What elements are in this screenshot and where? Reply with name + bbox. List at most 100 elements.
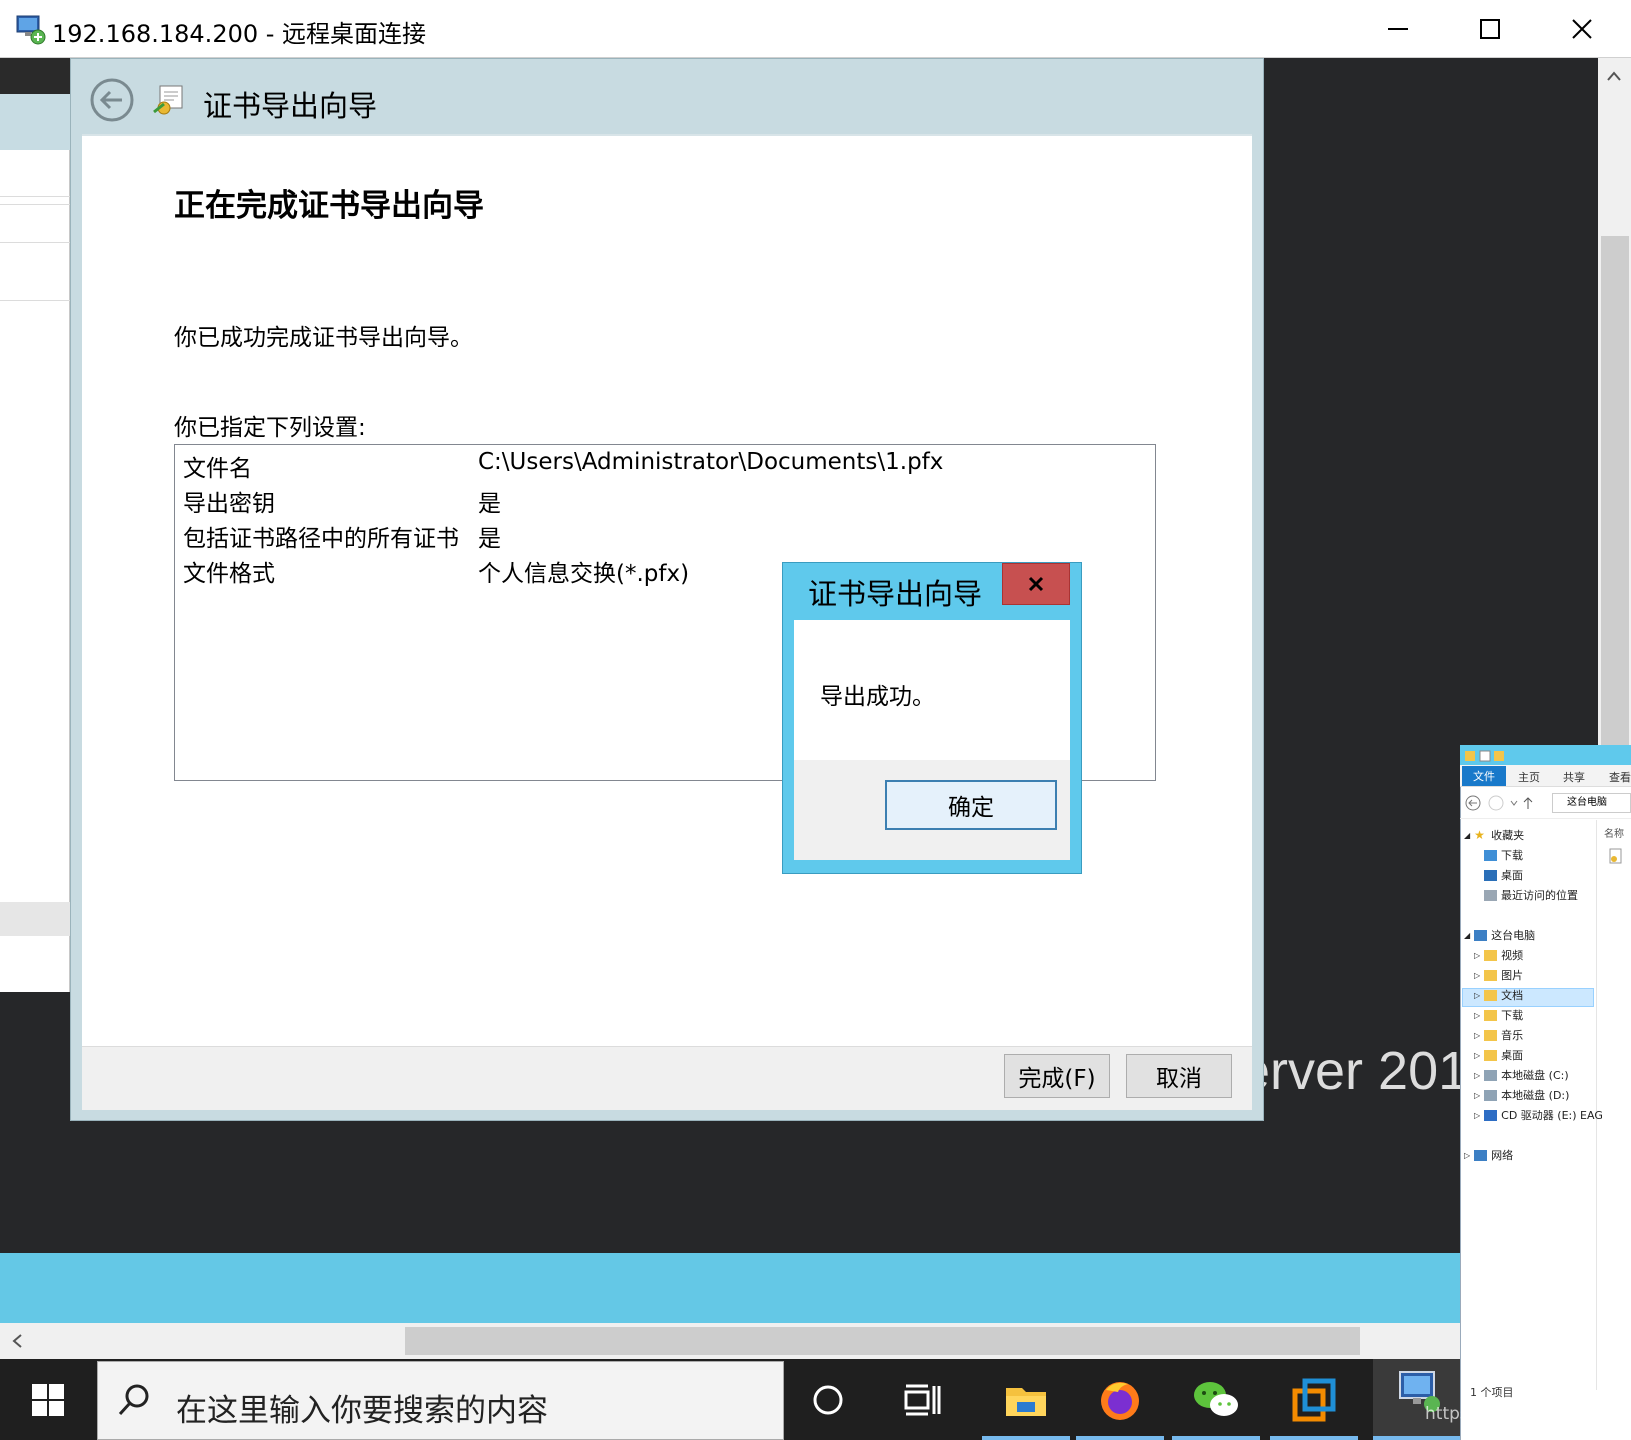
wechat-icon (1194, 1381, 1238, 1416)
maximize-icon (1480, 19, 1500, 39)
taskbar-active-indicator (1373, 1436, 1460, 1440)
explorer-address-input[interactable]: 这台电脑 (1552, 793, 1631, 813)
minimize-icon (1388, 28, 1408, 30)
minimize-button[interactable] (1352, 0, 1444, 58)
scroll-left-icon[interactable] (8, 1331, 28, 1351)
taskbar-active-indicator (1270, 1436, 1358, 1440)
nav-item-cd-drive[interactable]: ▷ CD 驱动器 (E:) EAG (1474, 1107, 1603, 1123)
back-arrow-icon (90, 78, 134, 122)
search-placeholder: 在这里输入你要搜索的内容 (176, 1393, 548, 1429)
setting-key: 导出密钥 (183, 491, 275, 517)
page-title: 正在完成证书导出向导 (174, 188, 484, 224)
back-button[interactable] (88, 76, 136, 124)
nav-item-drive-c[interactable]: ▷ 本地磁盘 (C:) (1474, 1067, 1569, 1083)
folder-icon (1484, 969, 1498, 981)
nav-item-label: 桌面 (1501, 869, 1523, 882)
file-icon (1608, 848, 1624, 864)
file-explorer-icon (1006, 1387, 1046, 1416)
nav-item-drive-d[interactable]: ▷ 本地磁盘 (D:) (1474, 1087, 1569, 1103)
certificate-icon (152, 82, 188, 118)
nav-item-label: CD 驱动器 (E:) EAG (1501, 1109, 1603, 1122)
nav-item-label: 下载 (1501, 1009, 1524, 1022)
nav-item-videos[interactable]: ▷ 视频 (1474, 947, 1523, 963)
cancel-button[interactable]: 取消 (1126, 1054, 1232, 1098)
explorer-status-bar: 1 个项目 (1470, 1386, 1514, 1399)
search-icon (116, 1382, 152, 1418)
nav-item-label: 图片 (1501, 969, 1524, 982)
nav-item-documents[interactable]: ▷ 文档 (1474, 987, 1523, 1003)
maximize-button[interactable] (1444, 0, 1536, 58)
background-blue-band (0, 1253, 1460, 1323)
nav-item-desktop[interactable]: 桌面 (1484, 867, 1523, 883)
drive-icon (1484, 1069, 1498, 1081)
setting-key: 文件名 (183, 456, 252, 482)
taskbar-active-indicator (1172, 1436, 1260, 1440)
nav-item-desktop-pc[interactable]: ▷ 桌面 (1474, 1047, 1523, 1063)
folder-icon (1484, 1029, 1498, 1041)
taskbar-active-indicator (982, 1436, 1070, 1440)
background-window-header (0, 58, 70, 94)
nav-item-recent[interactable]: 最近访问的位置 (1484, 887, 1578, 903)
nav-item-label: 这台电脑 (1491, 929, 1536, 942)
ok-button[interactable]: 确定 (885, 780, 1057, 830)
download-folder-icon (1484, 849, 1497, 861)
task-view-button[interactable] (878, 1359, 966, 1440)
start-icon (32, 1383, 64, 1416)
nav-item-label: 网络 (1491, 1149, 1514, 1162)
setting-key: 文件格式 (183, 561, 275, 587)
drive-icon (1484, 1089, 1498, 1101)
explorer-tab-view[interactable]: 查看 (1609, 769, 1631, 785)
explorer-tab-file[interactable]: 文件 (1462, 766, 1506, 786)
background-window-toolbar (0, 94, 70, 150)
start-button[interactable] (0, 1359, 96, 1440)
explorer-pane-divider (1596, 820, 1597, 1390)
nav-item-label: 文档 (1501, 989, 1524, 1002)
scroll-up-icon[interactable] (1604, 66, 1624, 86)
horizontal-scroll-thumb[interactable] (405, 1327, 1360, 1355)
explorer-quick-access-icon[interactable] (1464, 748, 1514, 762)
cortana-icon (813, 1385, 843, 1414)
close-button[interactable] (1536, 0, 1628, 58)
rdp-app-icon (14, 13, 46, 45)
setting-value: 是 (478, 526, 501, 552)
star-icon: ★ (1474, 827, 1485, 842)
vmware-taskbar-button[interactable] (1270, 1359, 1358, 1440)
explorer-tab-home[interactable]: 主页 (1518, 769, 1540, 785)
explorer-nav-icons[interactable] (1464, 794, 1550, 812)
nav-item-label: 本地磁盘 (D:) (1501, 1089, 1570, 1102)
folder-icon (1484, 1049, 1498, 1061)
watermark: https://blog.csdn.net/Kaeee (1425, 1404, 1631, 1424)
folder-icon (1484, 989, 1498, 1001)
nav-this-pc[interactable]: ◢ 这台电脑 (1464, 927, 1535, 943)
success-message: 你已成功完成证书导出向导。 (174, 325, 473, 351)
nav-item-downloads-pc[interactable]: ▷ 下载 (1474, 1007, 1523, 1023)
finish-button[interactable]: 完成(F) (1004, 1054, 1110, 1098)
background-window-row (0, 902, 70, 936)
desktop-icon (1484, 869, 1497, 881)
nav-item-downloads[interactable]: 下载 (1484, 847, 1523, 863)
setting-value: C:\Users\Administrator\Documents\1.pfx (478, 449, 944, 475)
explorer-name-column[interactable]: 名称 (1604, 825, 1624, 840)
nav-item-label: 视频 (1501, 949, 1524, 962)
nav-item-label: 音乐 (1501, 1029, 1524, 1042)
message-box-close-button[interactable] (1002, 563, 1070, 605)
taskbar-active-indicator (1076, 1436, 1164, 1440)
rdp-window-title: 192.168.184.200 - 远程桌面连接 (52, 20, 427, 48)
wechat-taskbar-button[interactable] (1172, 1359, 1260, 1440)
nav-item-music[interactable]: ▷ 音乐 (1474, 1027, 1523, 1043)
setting-value: 是 (478, 491, 501, 517)
network-icon (1474, 1149, 1488, 1161)
nav-item-label: 桌面 (1501, 1049, 1524, 1062)
cortana-button[interactable] (784, 1359, 872, 1440)
nav-item-pictures[interactable]: ▷ 图片 (1474, 967, 1523, 983)
explorer-tab-share[interactable]: 共享 (1563, 769, 1585, 785)
nav-item-label: 下载 (1501, 849, 1523, 862)
nav-favorites[interactable]: ◢ ★ 收藏夹 (1464, 827, 1524, 843)
recent-icon (1484, 889, 1497, 901)
close-icon (1028, 576, 1044, 592)
firefox-taskbar-button[interactable] (1076, 1359, 1164, 1440)
setting-value: 个人信息交换(*.pfx) (478, 561, 690, 587)
file-explorer-taskbar-button[interactable] (982, 1359, 1070, 1440)
nav-network[interactable]: ▷ 网络 (1464, 1147, 1513, 1163)
message-text: 导出成功。 (820, 684, 935, 710)
